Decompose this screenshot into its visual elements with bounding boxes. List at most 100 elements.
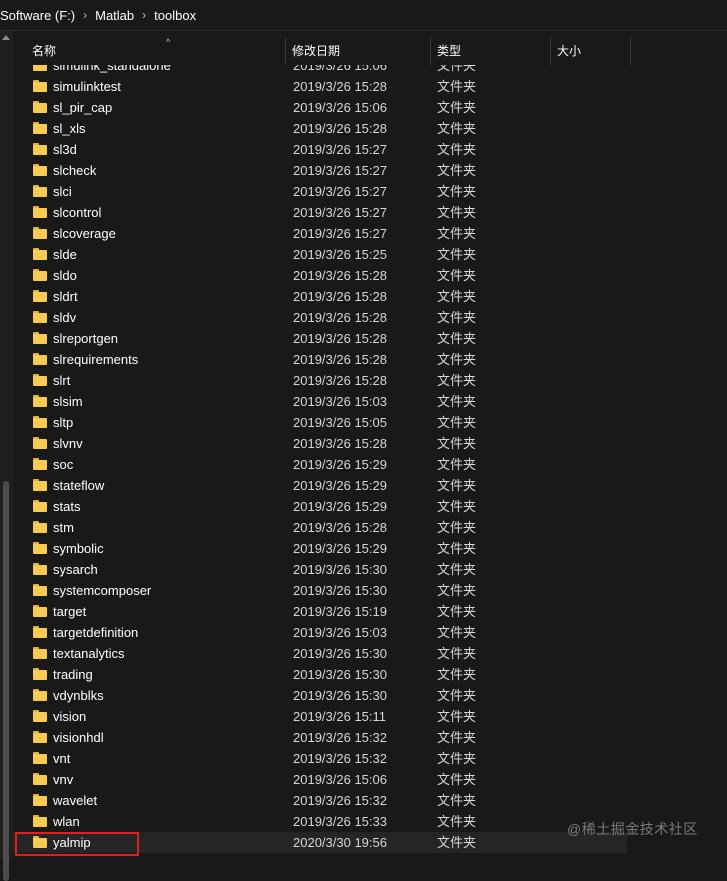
file-row[interactable]: sltp 2019/3/26 15:05 文件夹 <box>13 412 627 433</box>
file-type: 文件夹 <box>437 814 477 829</box>
file-modified-date: 2019/3/26 15:29 <box>293 499 387 514</box>
file-modified-date: 2019/3/26 15:30 <box>293 646 387 661</box>
folder-icon <box>33 206 47 218</box>
file-modified-date: 2019/3/26 15:03 <box>293 625 387 640</box>
file-row[interactable]: slsim 2019/3/26 15:03 文件夹 <box>13 391 627 412</box>
file-row[interactable]: vdynblks 2019/3/26 15:30 文件夹 <box>13 685 627 706</box>
file-row[interactable]: vnv 2019/3/26 15:06 文件夹 <box>13 769 627 790</box>
file-row[interactable]: sl_xls 2019/3/26 15:28 文件夹 <box>13 118 627 139</box>
file-modified-date: 2019/3/26 15:19 <box>293 604 387 619</box>
chevron-right-icon[interactable]: › <box>75 8 95 22</box>
column-header-size[interactable]: 大小 <box>551 38 631 65</box>
file-row[interactable]: simulinktest 2019/3/26 15:28 文件夹 <box>13 76 627 97</box>
file-modified-date: 2019/3/26 15:27 <box>293 163 387 178</box>
vertical-scrollbar[interactable] <box>0 31 13 881</box>
file-row[interactable]: yalmip 2020/3/30 19:56 文件夹 <box>13 832 627 853</box>
file-row[interactable]: sl_pir_cap 2019/3/26 15:06 文件夹 <box>13 97 627 118</box>
file-modified-date: 2019/3/26 15:11 <box>293 709 387 724</box>
file-row[interactable]: targetdefinition 2019/3/26 15:03 文件夹 <box>13 622 627 643</box>
file-row[interactable]: soc 2019/3/26 15:29 文件夹 <box>13 454 627 475</box>
file-modified-date: 2019/3/26 15:29 <box>293 457 387 472</box>
file-name: sldv <box>53 310 77 325</box>
folder-icon <box>33 773 47 785</box>
file-type: 文件夹 <box>437 142 477 157</box>
folder-icon <box>33 290 47 302</box>
file-row[interactable]: slrt 2019/3/26 15:28 文件夹 <box>13 370 627 391</box>
folder-icon <box>33 185 47 197</box>
breadcrumb-item-matlab[interactable]: Matlab <box>95 8 134 23</box>
column-header-type[interactable]: 类型 <box>431 38 551 65</box>
folder-icon <box>33 794 47 806</box>
column-header-name-label: 名称 <box>32 44 57 58</box>
file-modified-date: 2019/3/26 15:27 <box>293 205 387 220</box>
file-name: simulinktest <box>53 79 121 94</box>
file-row[interactable]: trading 2019/3/26 15:30 文件夹 <box>13 664 627 685</box>
file-row[interactable]: systemcomposer 2019/3/26 15:30 文件夹 <box>13 580 627 601</box>
breadcrumb-item-toolbox[interactable]: toolbox <box>154 8 196 23</box>
file-type: 文件夹 <box>437 772 477 787</box>
file-type: 文件夹 <box>437 373 477 388</box>
file-row[interactable]: wavelet 2019/3/26 15:32 文件夹 <box>13 790 627 811</box>
file-type: 文件夹 <box>437 646 477 661</box>
file-type: 文件夹 <box>437 541 477 556</box>
file-row[interactable]: sldrt 2019/3/26 15:28 文件夹 <box>13 286 627 307</box>
file-type: 文件夹 <box>437 478 477 493</box>
file-type: 文件夹 <box>437 289 477 304</box>
file-row[interactable]: textanalytics 2019/3/26 15:30 文件夹 <box>13 643 627 664</box>
file-modified-date: 2019/3/26 15:33 <box>293 814 387 829</box>
file-name: vnt <box>53 751 71 766</box>
file-type: 文件夹 <box>437 352 477 367</box>
file-modified-date: 2019/3/26 15:32 <box>293 730 387 745</box>
file-row[interactable]: stats 2019/3/26 15:29 文件夹 <box>13 496 627 517</box>
breadcrumb-item-drive[interactable]: Software (F:) <box>0 8 75 23</box>
file-row[interactable]: slcheck 2019/3/26 15:27 文件夹 <box>13 160 627 181</box>
file-row[interactable]: visionhdl 2019/3/26 15:32 文件夹 <box>13 727 627 748</box>
folder-icon <box>33 815 47 827</box>
file-modified-date: 2019/3/26 15:28 <box>293 436 387 451</box>
folder-icon <box>33 101 47 113</box>
file-name: sl3d <box>53 142 77 157</box>
file-row[interactable]: slde 2019/3/26 15:25 文件夹 <box>13 244 627 265</box>
file-row[interactable]: symbolic 2019/3/26 15:29 文件夹 <box>13 538 627 559</box>
file-row[interactable]: stateflow 2019/3/26 15:29 文件夹 <box>13 475 627 496</box>
file-modified-date: 2019/3/26 15:28 <box>293 121 387 136</box>
file-row[interactable]: vnt 2019/3/26 15:32 文件夹 <box>13 748 627 769</box>
file-row[interactable]: slrequirements 2019/3/26 15:28 文件夹 <box>13 349 627 370</box>
chevron-right-icon[interactable]: › <box>134 8 154 22</box>
file-row[interactable]: stm 2019/3/26 15:28 文件夹 <box>13 517 627 538</box>
address-bar[interactable]: Software (F:) › Matlab › toolbox <box>0 0 727 31</box>
file-name: symbolic <box>53 541 104 556</box>
folder-icon <box>33 710 47 722</box>
column-header-type-label: 类型 <box>437 44 462 58</box>
file-row[interactable]: slvnv 2019/3/26 15:28 文件夹 <box>13 433 627 454</box>
file-type: 文件夹 <box>437 835 477 850</box>
file-name: wlan <box>53 814 80 829</box>
file-row[interactable]: sldv 2019/3/26 15:28 文件夹 <box>13 307 627 328</box>
column-header-name[interactable]: 名称 ^ <box>26 38 286 65</box>
file-modified-date: 2019/3/26 15:28 <box>293 373 387 388</box>
file-name: vision <box>53 709 87 724</box>
file-row[interactable]: target 2019/3/26 15:19 文件夹 <box>13 601 627 622</box>
file-row[interactable]: slci 2019/3/26 15:27 文件夹 <box>13 181 627 202</box>
folder-icon <box>33 584 47 596</box>
file-row[interactable]: slcontrol 2019/3/26 15:27 文件夹 <box>13 202 627 223</box>
file-modified-date: 2019/3/26 15:30 <box>293 688 387 703</box>
file-row[interactable]: sldo 2019/3/26 15:28 文件夹 <box>13 265 627 286</box>
scroll-up-arrow-icon[interactable] <box>2 35 10 40</box>
file-row[interactable]: sysarch 2019/3/26 15:30 文件夹 <box>13 559 627 580</box>
file-modified-date: 2019/3/26 15:27 <box>293 142 387 157</box>
file-row[interactable]: vision 2019/3/26 15:11 文件夹 <box>13 706 627 727</box>
scrollbar-thumb[interactable] <box>3 481 9 881</box>
file-row[interactable]: sl3d 2019/3/26 15:27 文件夹 <box>13 139 627 160</box>
folder-icon <box>33 458 47 470</box>
file-modified-date: 2019/3/26 15:32 <box>293 793 387 808</box>
column-header-date[interactable]: 修改日期 <box>286 38 431 65</box>
file-name: slvnv <box>53 436 83 451</box>
file-type: 文件夹 <box>437 520 477 535</box>
folder-icon <box>33 269 47 281</box>
file-type: 文件夹 <box>437 583 477 598</box>
file-row[interactable]: slreportgen 2019/3/26 15:28 文件夹 <box>13 328 627 349</box>
file-row[interactable]: slcoverage 2019/3/26 15:27 文件夹 <box>13 223 627 244</box>
column-header-size-label: 大小 <box>557 44 582 58</box>
file-row[interactable]: wlan 2019/3/26 15:33 文件夹 <box>13 811 627 832</box>
